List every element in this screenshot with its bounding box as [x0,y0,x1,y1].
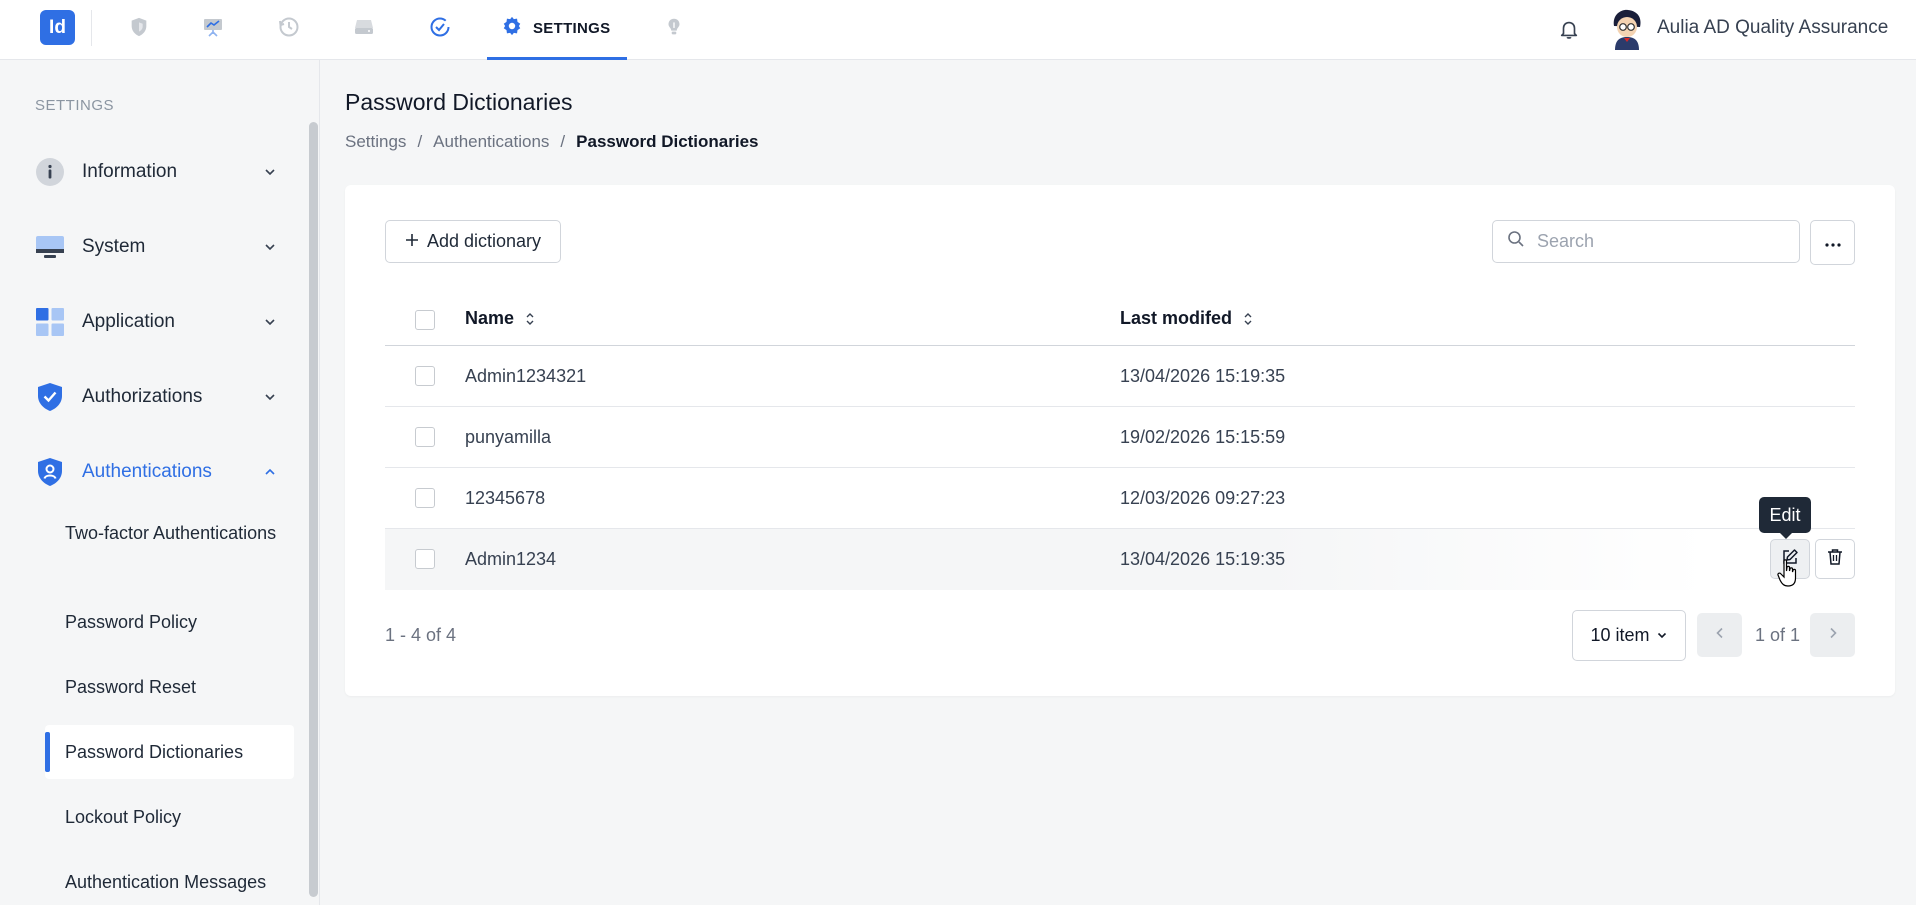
check-circle-icon[interactable] [427,14,453,40]
search-input[interactable] [1537,231,1777,252]
breadcrumb-settings[interactable]: Settings [345,132,406,152]
sidebar-item-system[interactable]: System [35,227,280,267]
sidebar-item-authorizations[interactable]: Authorizations [35,377,280,417]
row-modified: 12/03/2026 09:27:23 [1120,488,1286,508]
add-dictionary-button[interactable]: Add dictionary [385,220,561,263]
user-name[interactable]: Aulia AD Quality Assurance [1657,17,1888,39]
sidebar-sub-two-factor[interactable]: Two-factor Authentications [65,521,293,546]
edit-tooltip: Edit [1759,497,1811,539]
row-checkbox[interactable] [415,488,435,508]
sidebar-heading: SETTINGS [35,97,115,114]
chevron-down-icon [260,312,280,332]
sidebar-sub-authentication-messages[interactable]: Authentication Messages [65,870,293,895]
app-logo[interactable]: Id [40,10,75,45]
plus-icon [405,231,419,252]
prev-page-button[interactable] [1697,613,1742,657]
chevron-down-icon [1656,625,1668,646]
shield-user-icon [35,457,65,487]
sidebar-sub-password-policy[interactable]: Password Policy [65,610,293,635]
sidebar-sub-lockout-policy[interactable]: Lockout Policy [65,805,293,830]
column-header-last-modified[interactable]: Last modifed [1120,308,1254,329]
page-size-select[interactable]: 10 item [1572,610,1686,661]
trash-icon [1827,548,1843,571]
sidebar: SETTINGS Information System Application … [0,60,320,905]
chevron-down-icon [260,237,280,257]
row-name: Admin1234 [465,549,557,569]
breadcrumb: Settings / Authentications / Password Di… [345,132,759,152]
sidebar-sub-password-dictionaries[interactable]: Password Dictionaries [65,740,293,765]
row-checkbox[interactable] [415,549,435,569]
chevron-left-icon [1715,626,1725,644]
chevron-right-icon [1828,626,1838,644]
dictionaries-card: Add dictionary Name Last modifed Admin12… [345,185,1895,696]
logo-divider [91,10,92,46]
breadcrumb-current: Password Dictionaries [576,132,759,151]
sidebar-sub-active-indicator [45,732,50,772]
page-indicator: 1 of 1 [1755,625,1801,645]
next-page-button[interactable] [1810,613,1855,657]
row-modified: 13/04/2026 15:19:35 [1120,549,1286,569]
sidebar-item-information[interactable]: Information [35,152,280,192]
column-header-name-label: Name [465,308,515,328]
sidebar-sub-password-reset[interactable]: Password Reset [65,675,293,700]
bell-icon[interactable] [1556,14,1582,44]
chevron-up-icon [260,462,280,482]
sort-icon[interactable] [1242,311,1254,327]
sidebar-item-label: Authentications [82,461,212,482]
history-icon[interactable] [276,14,302,40]
top-bar: Id SETTINGS Aulia AD Quality Assurance [0,0,1916,60]
hand-cursor-icon [1777,558,1799,588]
pagination-range: 1 - 4 of 4 [385,625,457,645]
info-icon [35,157,65,187]
table-header: Name Last modifed [385,293,1855,346]
row-modified: 13/04/2026 15:19:35 [1120,366,1286,386]
row-checkbox[interactable] [415,427,435,447]
tab-settings[interactable]: SETTINGS [487,0,627,60]
search-icon [1507,230,1525,253]
lightbulb-icon[interactable] [661,14,687,40]
sidebar-scrollbar[interactable] [309,122,318,897]
more-options-button[interactable] [1810,220,1855,265]
page-size-label: 10 item [1590,625,1650,645]
row-name: Admin1234321 [465,366,587,386]
chevron-down-icon [260,162,280,182]
drive-icon[interactable] [351,14,377,40]
more-horizontal-icon [1824,235,1841,250]
presentation-icon[interactable] [200,14,226,40]
delete-button[interactable] [1815,539,1855,579]
sidebar-item-authentications[interactable]: Authentications [35,452,280,492]
table-row[interactable]: 12345678 12/03/2026 09:27:23 [385,468,1855,529]
column-header-name[interactable]: Name [465,308,536,329]
sidebar-item-label: System [82,236,146,257]
breadcrumb-separator: / [417,132,423,151]
tab-settings-label: SETTINGS [533,20,611,37]
select-all-checkbox[interactable] [415,310,435,330]
grid-icon [35,307,65,337]
add-dictionary-label: Add dictionary [426,231,542,251]
shield-icon[interactable] [126,14,152,40]
page-title: Password Dictionaries [345,89,573,115]
table-row[interactable]: Admin1234321 13/04/2026 15:19:35 [385,346,1855,407]
sort-icon[interactable] [524,311,536,327]
gear-icon [501,15,523,42]
row-modified: 19/02/2026 15:15:59 [1120,427,1286,447]
breadcrumb-authentications[interactable]: Authentications [433,132,549,152]
row-name: punyamilla [465,427,552,447]
monitor-icon [35,232,65,262]
sidebar-item-label: Application [82,311,175,332]
row-name: 12345678 [465,488,546,508]
table-row[interactable]: Admin1234 13/04/2026 15:19:35 [385,529,1855,590]
search-box[interactable] [1492,220,1800,263]
chevron-down-icon [260,387,280,407]
sidebar-item-application[interactable]: Application [35,302,280,342]
breadcrumb-separator: / [560,132,566,151]
row-checkbox[interactable] [415,366,435,386]
avatar[interactable] [1608,8,1646,50]
shield-check-icon [35,382,65,412]
column-header-modified-label: Last modifed [1120,308,1233,328]
sidebar-item-label: Authorizations [82,386,203,407]
sidebar-item-label: Information [82,161,178,182]
table-row[interactable]: punyamilla 19/02/2026 15:15:59 [385,407,1855,468]
